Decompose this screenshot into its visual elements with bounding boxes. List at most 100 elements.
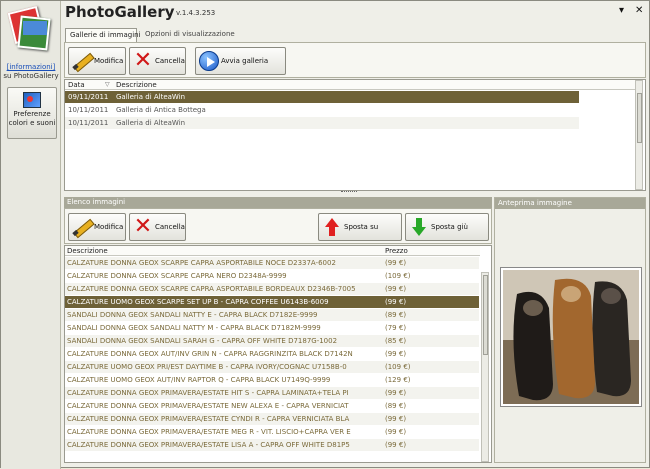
- image-price: (99 €): [385, 350, 407, 358]
- gallery-table-header: Data ▽ Descrizione: [65, 80, 635, 90]
- image-price: (79 €): [385, 324, 407, 332]
- preferences-label: Preferenze colori e suoni: [8, 110, 56, 127]
- image-description: CALZATURE UOMO GEOX PRI/EST DAYTIME B - …: [67, 363, 347, 371]
- image-description: SANDALI DONNA GEOX SANDALI NATTY M - CAP…: [67, 324, 321, 332]
- image-price: (109 €): [385, 363, 411, 371]
- photogallery-logo-icon: [7, 5, 53, 55]
- edit-image-button[interactable]: Modifica: [68, 213, 126, 241]
- gallery-date: 10/11/2011: [68, 119, 109, 127]
- sort-arrow-icon: ▽: [105, 81, 110, 88]
- image-description: CALZATURE DONNA GEOX AUT/INV GRIN N - CA…: [67, 350, 353, 358]
- gallery-scrollbar[interactable]: [635, 80, 643, 190]
- column-description[interactable]: Descrizione: [116, 81, 157, 89]
- image-price: (89 €): [385, 311, 407, 319]
- image-price: (89 €): [385, 402, 407, 410]
- gallery-table: Data ▽ Descrizione 09/11/2011 Galleria d…: [64, 79, 646, 191]
- gallery-date: 10/11/2011: [68, 106, 109, 114]
- delete-gallery-button[interactable]: ✕ Cancella: [129, 47, 186, 75]
- title-bar: PhotoGallery v.1.4.3.253 ▾ ✕: [61, 1, 649, 25]
- image-row[interactable]: CALZATURE UOMO GEOX PRI/EST DAYTIME B - …: [65, 361, 479, 373]
- preferences-icon: [23, 92, 41, 108]
- image-price: (99 €): [385, 441, 407, 449]
- splitter-grip[interactable]: [341, 191, 357, 194]
- image-row[interactable]: SANDALI DONNA GEOX SANDALI SARAH G - CAP…: [65, 335, 479, 347]
- image-description: CALZATURE DONNA GEOX PRIMAVERA/ESTATE ME…: [67, 428, 351, 436]
- move-down-button[interactable]: Sposta giù: [405, 213, 489, 241]
- preferences-button[interactable]: Preferenze colori e suoni: [7, 87, 57, 139]
- info-link[interactable]: [informazioni]: [3, 63, 59, 71]
- delete-x-icon: ✕: [133, 214, 153, 239]
- arrow-up-icon: [322, 217, 342, 237]
- delete-image-button[interactable]: ✕ Cancella: [129, 213, 186, 241]
- play-icon: [199, 51, 219, 71]
- start-gallery-button[interactable]: Avvia galleria: [195, 47, 286, 75]
- shoes-illustration: [503, 270, 639, 404]
- image-price: (99 €): [385, 298, 407, 306]
- start-gallery-label: Avvia galleria: [221, 57, 269, 65]
- images-table: Descrizione Prezzo CALZATURE DONNA GEOX …: [64, 245, 492, 463]
- tab-galleries[interactable]: Gallerie di immagini: [65, 28, 141, 42]
- image-row[interactable]: CALZATURE DONNA GEOX SCARPE CAPRA NERO D…: [65, 270, 479, 282]
- image-row[interactable]: CALZATURE DONNA GEOX PRIMAVERA/ESTATE ME…: [65, 426, 479, 438]
- images-scroll-thumb[interactable]: [483, 275, 488, 355]
- edit-image-label: Modifica: [94, 223, 124, 231]
- image-row[interactable]: CALZATURE DONNA GEOX PRIMAVERA/ESTATE NE…: [65, 400, 479, 412]
- image-row[interactable]: SANDALI DONNA GEOX SANDALI NATTY M - CAP…: [65, 322, 479, 334]
- image-row[interactable]: CALZATURE UOMO GEOX AUT/INV RAPTOR Q - C…: [65, 374, 479, 386]
- image-description: CALZATURE DONNA GEOX SCARPE CAPRA ASPORT…: [67, 259, 336, 267]
- column-description[interactable]: Descrizione: [67, 247, 108, 255]
- image-description: CALZATURE DONNA GEOX SCARPE CAPRA ASPORT…: [67, 285, 356, 293]
- info-sub-label: su PhotoGallery: [3, 72, 59, 80]
- image-row[interactable]: CALZATURE DONNA GEOX SCARPE CAPRA ASPORT…: [65, 283, 479, 295]
- pencil-icon: [72, 51, 92, 71]
- gallery-toolbar: Modifica ✕ Cancella Avvia galleria: [64, 42, 646, 78]
- gallery-description: Galleria di AlteaWin: [116, 119, 186, 127]
- app-title: PhotoGallery: [65, 3, 175, 21]
- preview-title: Anteprima immagine: [495, 198, 645, 209]
- gallery-description: Galleria di AlteaWin: [116, 93, 186, 101]
- preview-panel: Anteprima immagine: [494, 197, 646, 463]
- gallery-scroll-thumb[interactable]: [637, 93, 642, 143]
- tab-display-options[interactable]: Opzioni di visualizzazione: [141, 28, 235, 42]
- gallery-row[interactable]: 10/11/2011 Galleria di Antica Bottega: [65, 104, 579, 116]
- menu-dropdown-icon[interactable]: ▾: [619, 5, 624, 16]
- images-section-title: Elenco immagini: [64, 197, 492, 208]
- image-row[interactable]: CALZATURE DONNA GEOX PRIMAVERA/ESTATE LI…: [65, 439, 479, 451]
- image-price: (129 €): [385, 376, 411, 384]
- image-description: CALZATURE UOMO GEOX AUT/INV RAPTOR Q - C…: [67, 376, 331, 384]
- arrow-down-icon: [409, 217, 429, 237]
- images-table-header: Descrizione Prezzo: [65, 246, 480, 256]
- move-down-label: Sposta giù: [431, 223, 468, 231]
- images-scrollbar[interactable]: [481, 272, 489, 462]
- image-description: SANDALI DONNA GEOX SANDALI SARAH G - CAP…: [67, 337, 338, 345]
- edit-gallery-button[interactable]: Modifica: [68, 47, 126, 75]
- gallery-row[interactable]: 10/11/2011 Galleria di AlteaWin: [65, 117, 579, 129]
- pencil-icon: [72, 217, 92, 237]
- move-up-label: Sposta su: [344, 223, 379, 231]
- image-description: SANDALI DONNA GEOX SANDALI NATTY E - CAP…: [67, 311, 318, 319]
- image-row[interactable]: CALZATURE DONNA GEOX AUT/INV GRIN N - CA…: [65, 348, 479, 360]
- image-price: (109 €): [385, 272, 411, 280]
- image-price: (85 €): [385, 337, 407, 345]
- image-row[interactable]: CALZATURE DONNA GEOX SCARPE CAPRA ASPORT…: [65, 257, 479, 269]
- shoes-photo: [501, 268, 641, 406]
- gallery-row[interactable]: 09/11/2011 Galleria di AlteaWin: [65, 91, 579, 103]
- image-price: (99 €): [385, 389, 407, 397]
- move-up-button[interactable]: Sposta su: [318, 213, 402, 241]
- close-icon[interactable]: ✕: [635, 5, 643, 16]
- image-row[interactable]: SANDALI DONNA GEOX SANDALI NATTY E - CAP…: [65, 309, 479, 321]
- image-price: (99 €): [385, 415, 407, 423]
- image-price: (99 €): [385, 285, 407, 293]
- image-row[interactable]: CALZATURE UOMO GEOX SCARPE SET UP B - CA…: [65, 296, 479, 308]
- image-price: (99 €): [385, 259, 407, 267]
- column-price[interactable]: Prezzo: [385, 247, 408, 255]
- image-description: CALZATURE DONNA GEOX PRIMAVERA/ESTATE LI…: [67, 441, 350, 449]
- images-toolbar: Modifica ✕ Cancella Sposta su Sposta giù: [64, 208, 492, 244]
- image-description: CALZATURE DONNA GEOX SCARPE CAPRA NERO D…: [67, 272, 287, 280]
- image-description: CALZATURE DONNA GEOX PRIMAVERA/ESTATE HI…: [67, 389, 349, 397]
- image-description: CALZATURE DONNA GEOX PRIMAVERA/ESTATE CY…: [67, 415, 350, 423]
- image-row[interactable]: CALZATURE DONNA GEOX PRIMAVERA/ESTATE CY…: [65, 413, 479, 425]
- image-row[interactable]: CALZATURE DONNA GEOX PRIMAVERA/ESTATE HI…: [65, 387, 479, 399]
- column-date[interactable]: Data: [68, 81, 85, 89]
- app-window: [informazioni] su PhotoGallery Preferenz…: [0, 0, 650, 469]
